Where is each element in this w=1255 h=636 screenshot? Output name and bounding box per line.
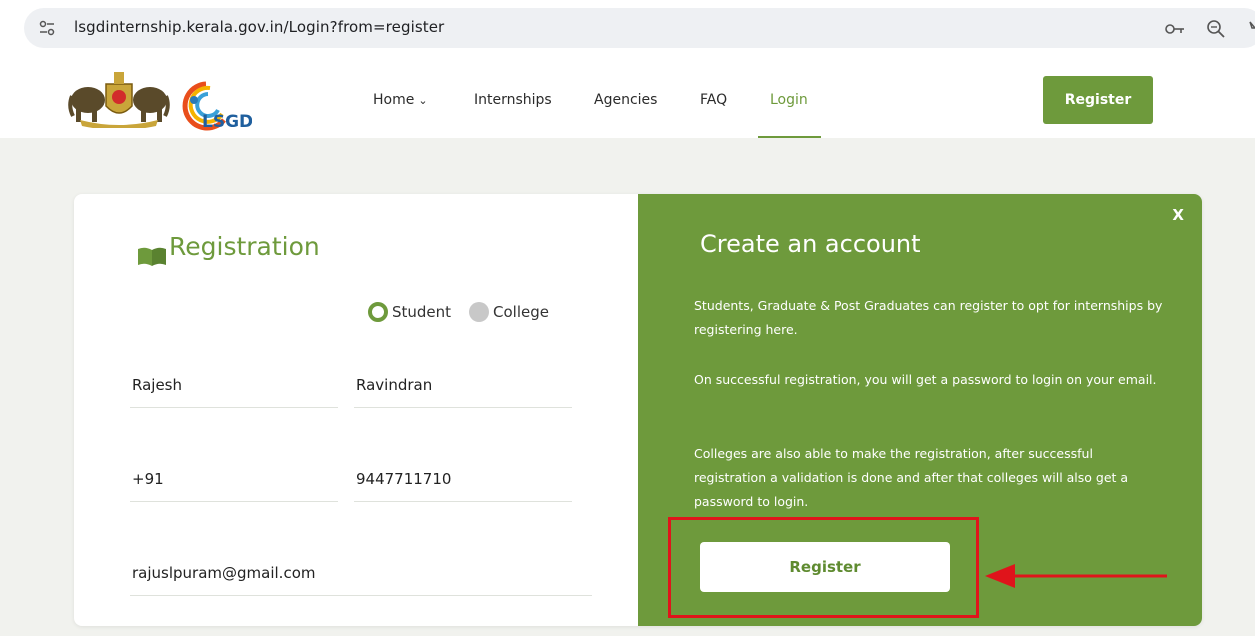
nav-home-label: Home bbox=[373, 92, 415, 108]
registration-title: Registration bbox=[169, 232, 320, 261]
kerala-emblem-logo[interactable] bbox=[68, 70, 170, 128]
site-header: LSGD Home ⌄ Internships Agencies FAQ Logi… bbox=[0, 62, 1255, 139]
header-register-button[interactable]: Register bbox=[1043, 76, 1153, 124]
first-name-field[interactable] bbox=[130, 362, 338, 408]
nav-agencies[interactable]: Agencies bbox=[594, 92, 657, 108]
book-icon bbox=[138, 247, 166, 266]
phone-field[interactable] bbox=[354, 456, 572, 502]
zoom-icon[interactable] bbox=[1205, 18, 1227, 40]
create-account-title: Create an account bbox=[700, 230, 921, 258]
site-settings-icon[interactable] bbox=[38, 19, 56, 37]
nav-internships[interactable]: Internships bbox=[474, 92, 552, 108]
college-radio-label[interactable]: College bbox=[493, 303, 549, 321]
last-name-field[interactable] bbox=[354, 362, 572, 408]
email-field[interactable] bbox=[130, 550, 592, 596]
lsgd-logo-text: LSGD bbox=[202, 112, 252, 132]
close-button[interactable]: X bbox=[1172, 206, 1184, 224]
student-radio-label[interactable]: Student bbox=[392, 303, 451, 321]
country-code-field[interactable] bbox=[130, 456, 338, 502]
student-radio[interactable] bbox=[368, 302, 388, 322]
info-paragraph-students: Students, Graduate & Post Graduates can … bbox=[694, 298, 1163, 337]
pointer-arrow-icon bbox=[985, 564, 1167, 588]
password-key-icon[interactable] bbox=[1164, 18, 1186, 40]
college-radio[interactable] bbox=[469, 302, 489, 322]
nav-faq[interactable]: FAQ bbox=[700, 92, 727, 108]
info-paragraph-colleges: Colleges are also able to make the regis… bbox=[694, 446, 1129, 509]
nav-login[interactable]: Login bbox=[770, 92, 808, 108]
url-text[interactable]: lsgdinternship.kerala.gov.in/Login?from=… bbox=[74, 18, 444, 36]
browser-toolbar: lsgdinternship.kerala.gov.in/Login?from=… bbox=[0, 0, 1255, 58]
chevron-down-icon: ⌄ bbox=[418, 94, 428, 107]
highlight-box bbox=[668, 517, 979, 618]
info-paragraph-password: On successful registration, you will get… bbox=[694, 372, 1157, 387]
address-bar[interactable]: lsgdinternship.kerala.gov.in/Login?from=… bbox=[24, 8, 1255, 48]
bookmark-star-icon[interactable] bbox=[1244, 18, 1255, 40]
nav-home[interactable]: Home ⌄ bbox=[373, 92, 428, 108]
lsgd-logo[interactable]: LSGD bbox=[172, 72, 252, 132]
